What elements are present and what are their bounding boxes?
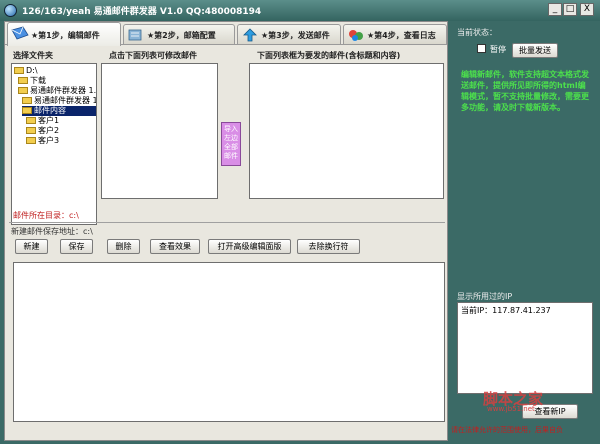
tab-label: ★第3步，发送邮件: [261, 31, 330, 40]
status-panel: 当前状态： 暂停 批量发送 编辑新邮件，软件支持超文本格式发送邮件，提供所见即所…: [450, 21, 596, 441]
pause-checkbox[interactable]: [477, 44, 486, 53]
config-icon: [128, 29, 142, 41]
close-button[interactable]: X: [580, 3, 594, 16]
main-panel: ★第1步，编辑邮件 ★第2步，邮箱配置 ★第3步，发送邮件 ★第4步，查看日志 …: [4, 21, 448, 441]
tree-node[interactable]: 客户2: [26, 126, 59, 136]
folder-icon: [26, 117, 36, 124]
folder-icon: [22, 107, 32, 114]
tab-send-mail[interactable]: ★第3步，发送邮件: [237, 24, 341, 45]
envelope-icon: [11, 26, 29, 40]
folder-icon: [18, 87, 28, 94]
tab-mailbox-config[interactable]: ★第2步，邮箱配置: [123, 24, 235, 45]
notice-text: 编辑新邮件，软件支持超文本格式发送邮件，提供所见即所得的html编辑模式，暂不支…: [461, 70, 589, 112]
maximize-button[interactable]: □: [563, 3, 577, 16]
window-title: 126/163/yeah 易通邮件群发器 V1.0 QQ:480008194: [22, 7, 262, 17]
tab-edit-mail[interactable]: ★第1步，编辑邮件: [7, 22, 121, 46]
send-list-box[interactable]: [249, 63, 444, 199]
mail-list-box[interactable]: [101, 63, 218, 199]
remove-linebreaks-button[interactable]: 去除换行符: [297, 239, 360, 254]
ip-label: 显示所用过的IP: [457, 292, 513, 301]
preview-button[interactable]: 查看效果: [150, 239, 200, 254]
folder-icon: [14, 67, 24, 74]
folder-icon: [22, 97, 32, 104]
tree-node[interactable]: 下载: [18, 76, 46, 86]
tree-node[interactable]: 易通邮件群发器 1.0: [18, 86, 96, 96]
send-list-label: 下面列表框为要发的邮件(含标题和内容): [257, 51, 401, 60]
log-icon: [349, 30, 363, 41]
minimize-button[interactable]: _: [548, 3, 562, 16]
new-mail-dir-text: 新建邮件保存地址：c:\: [11, 227, 93, 236]
batch-send-button[interactable]: 批量发送: [512, 43, 558, 58]
delete-button[interactable]: 删除: [107, 239, 140, 254]
watermark-url: www.jb51.net: [487, 405, 535, 413]
ip-value: 当前IP：117.87.41.237: [461, 306, 551, 315]
folder-label: 选择文件夹: [13, 51, 53, 60]
upload-arrow-icon: [243, 28, 257, 42]
pause-label: 暂停: [490, 45, 506, 54]
tab-label: ★第1步，编辑邮件: [31, 31, 100, 40]
tab-label: ★第2步，邮箱配置: [147, 31, 216, 40]
advanced-editor-button[interactable]: 打开高级编辑面版: [208, 239, 291, 254]
tree-node[interactable]: 易通邮件群发器 1.: [22, 96, 96, 106]
mail-dir-text: 邮件所在目录：c:\: [13, 211, 79, 220]
folder-icon: [18, 77, 28, 84]
folder-icon: [26, 127, 36, 134]
app-icon: [4, 4, 17, 17]
title-bar: 126/163/yeah 易通邮件群发器 V1.0 QQ:480008194 _…: [0, 0, 600, 21]
save-button[interactable]: 保存: [60, 239, 93, 254]
import-all-button[interactable]: 导入左边全部邮件: [221, 122, 241, 166]
tab-label: ★第4步，查看日志: [367, 31, 436, 40]
folder-icon: [26, 137, 36, 144]
new-button[interactable]: 新建: [15, 239, 48, 254]
footer-text: 请在法律允许的范围使用，后果自负: [451, 426, 563, 434]
mail-editor[interactable]: [13, 262, 445, 422]
tree-node[interactable]: 客户3: [26, 136, 59, 146]
tree-node[interactable]: 客户1: [26, 116, 59, 126]
mail-list-label: 点击下面列表可修改邮件: [109, 51, 197, 60]
status-label: 当前状态：: [457, 28, 497, 37]
divider: [9, 222, 445, 223]
tab-view-log[interactable]: ★第4步，查看日志: [343, 24, 447, 45]
ip-list-box[interactable]: 当前IP：117.87.41.237: [457, 302, 593, 394]
tree-node[interactable]: D:\: [14, 66, 38, 76]
tree-node-selected[interactable]: 邮件内容: [22, 106, 96, 116]
folder-tree[interactable]: D:\ 下载 易通邮件群发器 1.0 易通邮件群发器 1. 邮件内容 客户1 客…: [11, 63, 97, 225]
